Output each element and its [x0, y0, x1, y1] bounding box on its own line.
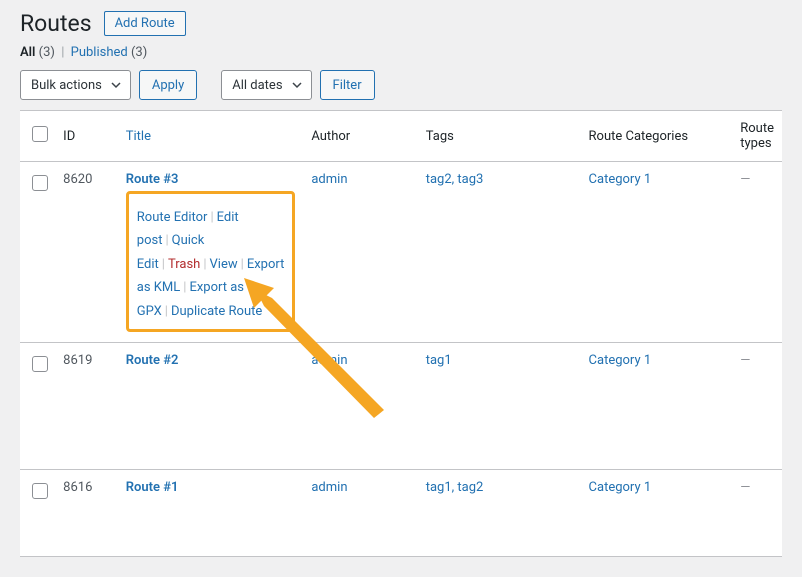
- action-duplicate-route[interactable]: Duplicate Route: [171, 304, 262, 319]
- cell-tags[interactable]: tag1, tag2: [426, 480, 484, 495]
- date-filter-select[interactable]: All dates: [221, 70, 311, 100]
- row-actions-highlight: Route Editor|Edit post|Quick Edit|Trash|…: [126, 191, 296, 332]
- row-title-link[interactable]: Route #1: [126, 480, 179, 495]
- chevron-down-icon: [110, 79, 122, 91]
- add-route-button[interactable]: Add Route: [104, 11, 186, 36]
- cell-id: 8619: [55, 342, 118, 469]
- filter-separator: |: [61, 45, 64, 60]
- filter-published[interactable]: Published: [71, 45, 128, 60]
- table-row: 8619 Route #2 admin tag1 Category 1 —: [20, 342, 782, 469]
- action-route-editor[interactable]: Route Editor: [137, 210, 208, 225]
- cell-id: 8620: [55, 162, 118, 343]
- date-filter-label: All dates: [232, 78, 282, 93]
- col-author[interactable]: Author: [303, 111, 417, 162]
- cell-author[interactable]: admin: [311, 172, 347, 187]
- chevron-down-icon: [291, 79, 303, 91]
- filter-all[interactable]: All: [20, 45, 35, 60]
- table-row: 8620 Route #3 Route Editor|Edit post|Qui…: [20, 162, 782, 343]
- col-route-types[interactable]: Route types: [732, 111, 782, 162]
- cell-types: —: [740, 353, 750, 368]
- filter-button[interactable]: Filter: [320, 70, 375, 100]
- cell-author[interactable]: admin: [311, 353, 347, 368]
- row-actions: Route Editor|Edit post|Quick Edit|Trash|…: [137, 206, 285, 323]
- col-route-categories[interactable]: Route Categories: [581, 111, 733, 162]
- page-title: Routes: [20, 10, 92, 37]
- filter-all-count: (3): [39, 45, 55, 60]
- status-filters: All (3) | Published (3): [20, 45, 782, 60]
- row-checkbox[interactable]: [32, 483, 48, 499]
- action-view[interactable]: View: [210, 257, 238, 272]
- cell-author[interactable]: admin: [311, 480, 347, 495]
- cell-categories[interactable]: Category 1: [589, 480, 652, 495]
- col-title[interactable]: Title: [118, 111, 304, 162]
- cell-id: 8616: [55, 469, 118, 556]
- cell-tags[interactable]: tag2, tag3: [426, 172, 484, 187]
- apply-button[interactable]: Apply: [139, 70, 197, 100]
- table-row: 8616 Route #1 admin tag1, tag2 Category …: [20, 469, 782, 556]
- row-title-link[interactable]: Route #3: [126, 172, 179, 187]
- select-all-checkbox[interactable]: [32, 126, 48, 142]
- bulk-actions-label: Bulk actions: [31, 78, 102, 93]
- filter-published-count: (3): [131, 45, 147, 60]
- row-checkbox[interactable]: [32, 175, 48, 191]
- col-tags[interactable]: Tags: [418, 111, 581, 162]
- action-trash[interactable]: Trash: [168, 257, 200, 272]
- cell-tags[interactable]: tag1: [426, 353, 452, 368]
- cell-categories[interactable]: Category 1: [589, 353, 652, 368]
- col-id[interactable]: ID: [55, 111, 118, 162]
- cell-types: —: [740, 480, 750, 495]
- bulk-actions-select[interactable]: Bulk actions: [20, 70, 131, 100]
- row-checkbox[interactable]: [32, 356, 48, 372]
- cell-categories[interactable]: Category 1: [589, 172, 652, 187]
- cell-types: —: [740, 172, 750, 187]
- row-title-link[interactable]: Route #2: [126, 353, 179, 368]
